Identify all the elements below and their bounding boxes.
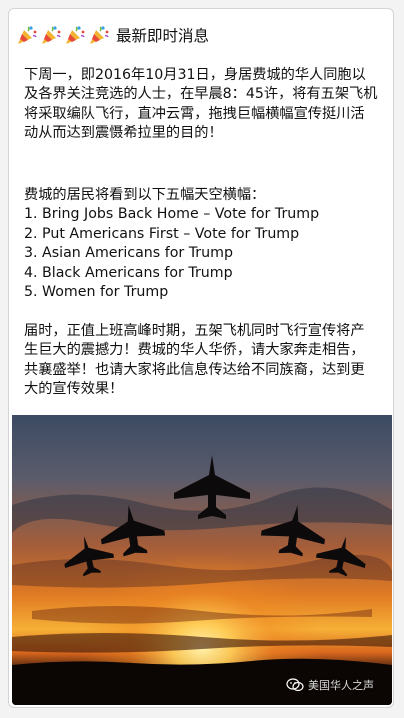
party-popper-icon [66,26,85,44]
party-popper-icon [42,26,61,44]
banner-item: 1. Bring Jobs Back Home – Vote for Trump [24,206,320,223]
banner-item: 5. Women for Trump [24,284,169,301]
banner-item: 2. Put Americans First – Vote for Trump [24,225,300,242]
sunset-jets-photo[interactable]: 美国华人之声 [12,415,392,705]
message-header: 最新即时消息 [16,22,209,48]
page: 最新即时消息 下周一，即2016年10月31日，身居费城的华人同胞以及各界关注竞… [0,0,404,718]
call-to-action-paragraph: 届时，正值上班高峰时期，五架飞机同时飞行宣传将产生巨大的震撼力！费城的华人华侨，… [24,323,365,398]
header-title: 最新即时消息 [116,27,210,45]
photo-illustration [12,415,392,705]
banner-item: 4. Black Americans for Trump [24,264,233,281]
banner-list-intro: 费城的居民将看到以下五幅天空横幅： [24,187,266,203]
banner-item: 3. Asian Americans for Trump [24,245,233,262]
watermark-label: 美国华人之声 [308,679,374,692]
wechat-icon [286,678,304,692]
banner-list: 费城的居民将看到以下五幅天空横幅： 1. Bring Jobs Back Hom… [24,186,378,302]
announcement-paragraph: 下周一，即2016年10月31日，身居费城的华人同胞以及各界关注竞选的人士，在早… [24,67,378,142]
party-popper-icon [18,26,37,44]
photo-watermark: 美国华人之声 [286,677,374,693]
party-popper-icon [90,26,109,44]
